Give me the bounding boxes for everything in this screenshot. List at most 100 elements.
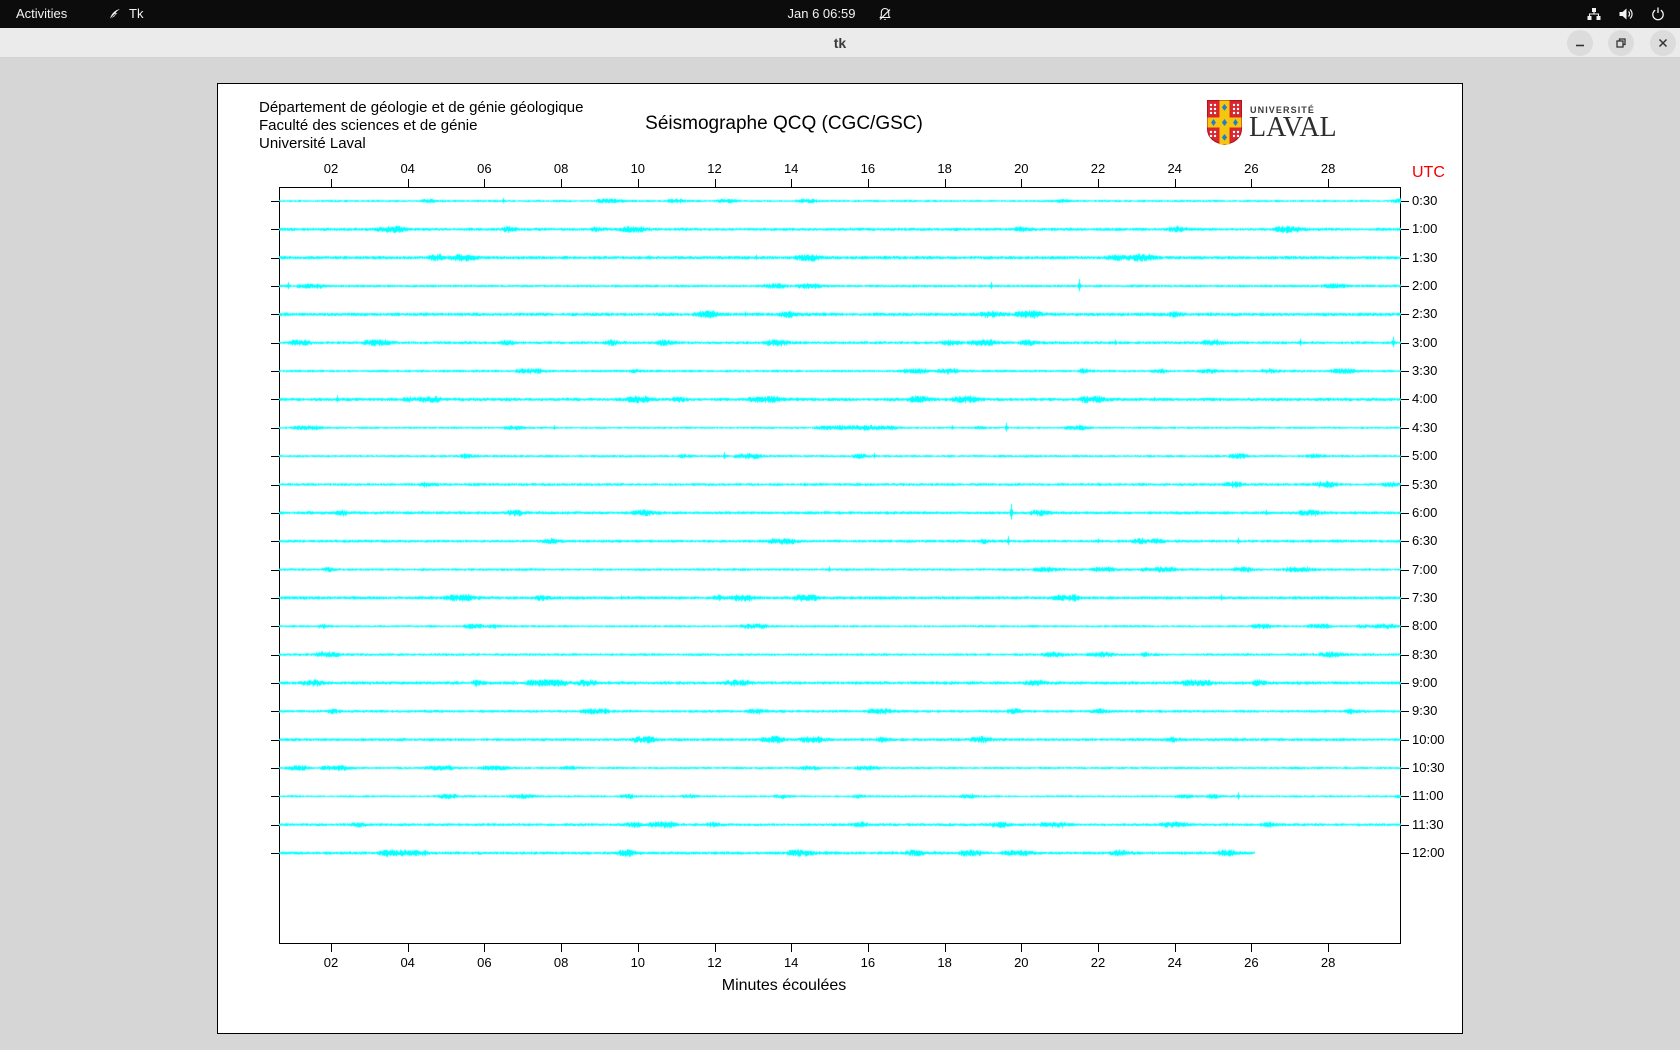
x-tick-label-bottom: 26 — [1244, 955, 1259, 970]
gnome-top-bar: Activities Tk Jan 6 06:59 — [0, 0, 1680, 28]
y-tick-right — [1401, 371, 1409, 373]
x-tick-top — [561, 179, 563, 187]
time-label: 4:30 — [1412, 419, 1438, 435]
y-tick-right — [1401, 739, 1409, 741]
universite-laval-logo: UNIVERSITÉ LAVAL — [1206, 99, 1426, 149]
x-tick-label-bottom: 18 — [937, 955, 952, 970]
x-tick-label-bottom: 20 — [1014, 955, 1029, 970]
x-tick-bottom — [1328, 944, 1330, 952]
x-tick-label-bottom: 08 — [553, 955, 569, 970]
y-tick-left — [271, 824, 279, 826]
x-tick-label-top: 16 — [860, 161, 876, 176]
time-label: 11:00 — [1412, 788, 1444, 804]
x-tick-bottom — [867, 944, 869, 952]
y-tick-right — [1401, 569, 1409, 571]
volume-icon — [1619, 8, 1633, 20]
y-tick-right — [1401, 286, 1409, 288]
x-tick-label-bottom: 04 — [400, 955, 415, 970]
y-tick-left — [271, 626, 279, 628]
restore-button[interactable] — [1608, 30, 1634, 56]
window-title: tk — [833, 35, 847, 51]
y-tick-right — [1401, 456, 1409, 458]
system-status-area[interactable] — [1586, 0, 1666, 28]
y-tick-left — [271, 229, 279, 231]
x-tick-label-top: 08 — [553, 161, 569, 176]
x-tick-bottom — [1251, 944, 1253, 952]
y-tick-left — [271, 427, 279, 429]
y-tick-left — [271, 456, 279, 458]
x-tick-top — [1021, 179, 1023, 187]
y-tick-left — [271, 768, 279, 769]
laval-shield-icon — [1207, 100, 1242, 146]
x-tick-bottom — [407, 944, 409, 952]
logo-laval-text: LAVAL — [1249, 112, 1337, 143]
x-tick-top — [944, 179, 946, 187]
activities-button[interactable]: Activities — [16, 0, 67, 28]
x-tick-top — [714, 179, 716, 187]
time-label: 10:30 — [1412, 760, 1445, 775]
y-tick-left — [271, 484, 279, 486]
time-label: 8:00 — [1412, 618, 1438, 634]
y-tick-right — [1401, 682, 1409, 684]
time-label: 3:30 — [1412, 363, 1438, 379]
x-tick-top — [1174, 179, 1176, 187]
close-button[interactable] — [1650, 30, 1676, 56]
x-tick-label-top: 22 — [1090, 161, 1106, 176]
window-titlebar[interactable]: tk — [0, 28, 1680, 58]
x-tick-bottom — [484, 944, 486, 952]
close-icon — [1658, 38, 1668, 48]
time-label: 9:00 — [1412, 674, 1438, 690]
y-tick-right — [1401, 796, 1409, 798]
y-tick-right — [1401, 484, 1409, 486]
minimize-button[interactable] — [1567, 30, 1593, 56]
x-tick-label-top: 24 — [1167, 161, 1182, 176]
y-tick-right — [1401, 853, 1409, 855]
x-tick-bottom — [1021, 944, 1023, 952]
x-tick-label-top: 18 — [937, 161, 952, 176]
x-tick-top — [637, 179, 639, 187]
restore-icon — [1616, 38, 1626, 48]
seismogram-traces — [279, 187, 1401, 944]
time-label: 7:30 — [1412, 589, 1438, 605]
x-tick-top — [791, 179, 793, 187]
time-label: 5:00 — [1412, 448, 1438, 464]
tk-window-content: Département de géologie et de génie géol… — [0, 58, 1680, 1050]
time-label: 3:00 — [1412, 334, 1438, 350]
y-tick-right — [1401, 342, 1409, 344]
y-tick-left — [271, 853, 279, 855]
time-label: 2:30 — [1412, 306, 1438, 322]
x-tick-label-top: 10 — [630, 161, 646, 176]
y-tick-right — [1401, 626, 1409, 628]
x-tick-bottom — [714, 944, 716, 952]
time-label: 10:00 — [1412, 731, 1445, 747]
y-tick-left — [271, 512, 279, 514]
y-tick-right — [1401, 541, 1409, 543]
y-tick-right — [1401, 512, 1409, 514]
x-tick-bottom — [331, 944, 332, 952]
y-tick-left — [271, 682, 279, 684]
x-tick-top — [867, 179, 869, 187]
x-tick-label-bottom: 12 — [707, 955, 722, 970]
x-tick-bottom — [944, 944, 946, 952]
y-tick-right — [1401, 711, 1409, 713]
time-label: 6:30 — [1412, 533, 1438, 549]
time-label: 9:30 — [1412, 703, 1438, 719]
x-tick-label-top: 06 — [477, 161, 492, 176]
x-tick-label-top: 04 — [400, 161, 415, 176]
x-tick-label-top: 28 — [1320, 161, 1336, 176]
clock-button[interactable]: Jan 6 06:59 — [788, 0, 893, 28]
time-label: 8:30 — [1412, 646, 1438, 662]
utc-axis-label: UTC — [1412, 164, 1445, 181]
x-tick-label-top: 14 — [783, 161, 799, 176]
y-tick-left — [271, 257, 279, 259]
x-tick-bottom — [791, 944, 793, 952]
tk-feather-icon — [109, 9, 120, 20]
x-tick-bottom — [1098, 944, 1099, 952]
app-menu-tk[interactable]: Tk — [108, 0, 143, 28]
y-tick-left — [271, 569, 279, 571]
x-tick-top — [407, 179, 409, 187]
seismogram-canvas: Département de géologie et de génie géol… — [217, 83, 1463, 1034]
time-label: 2:00 — [1412, 278, 1438, 294]
clock-label: Jan 6 06:59 — [787, 6, 856, 21]
y-tick-left — [271, 541, 279, 543]
